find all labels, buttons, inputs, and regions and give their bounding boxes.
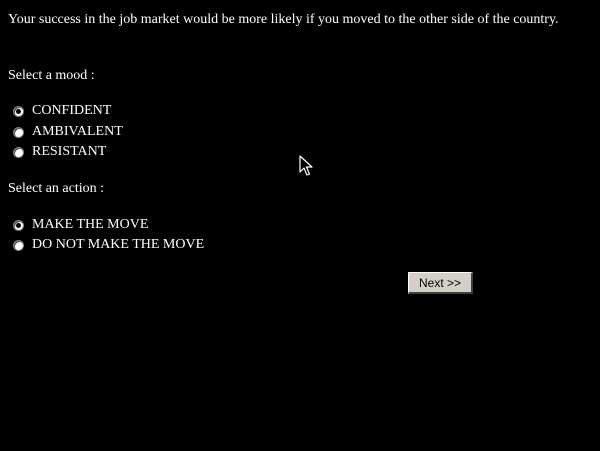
action-option-do-not-make-the-move[interactable]: DO NOT MAKE THE MOVE xyxy=(13,236,204,254)
next-button[interactable]: Next >> xyxy=(408,272,473,294)
radio-button-icon[interactable] xyxy=(13,219,24,231)
arrow-cursor-icon xyxy=(299,155,313,176)
mood-option-label: AMBIVALENT xyxy=(32,124,123,139)
mood-option-ambivalent[interactable]: AMBIVALENT xyxy=(13,123,123,141)
mood-section-label: Select a mood : xyxy=(8,68,95,83)
mood-option-resistant[interactable]: RESISTANT xyxy=(13,143,106,161)
mood-option-label: RESISTANT xyxy=(32,144,107,159)
action-option-label: DO NOT MAKE THE MOVE xyxy=(32,237,205,252)
action-section-label: Select an action : xyxy=(8,181,105,196)
radio-button-icon[interactable] xyxy=(13,146,24,158)
radio-button-icon[interactable] xyxy=(13,126,24,138)
mood-option-confident[interactable]: CONFIDENT xyxy=(13,102,111,120)
radio-button-icon[interactable] xyxy=(13,239,24,251)
radio-button-icon[interactable] xyxy=(13,105,24,117)
action-option-label: MAKE THE MOVE xyxy=(32,217,149,232)
action-option-make-the-move[interactable]: MAKE THE MOVE xyxy=(13,216,148,234)
scenario-prompt: Your success in the job market would be … xyxy=(8,12,559,27)
mood-option-label: CONFIDENT xyxy=(32,103,112,118)
